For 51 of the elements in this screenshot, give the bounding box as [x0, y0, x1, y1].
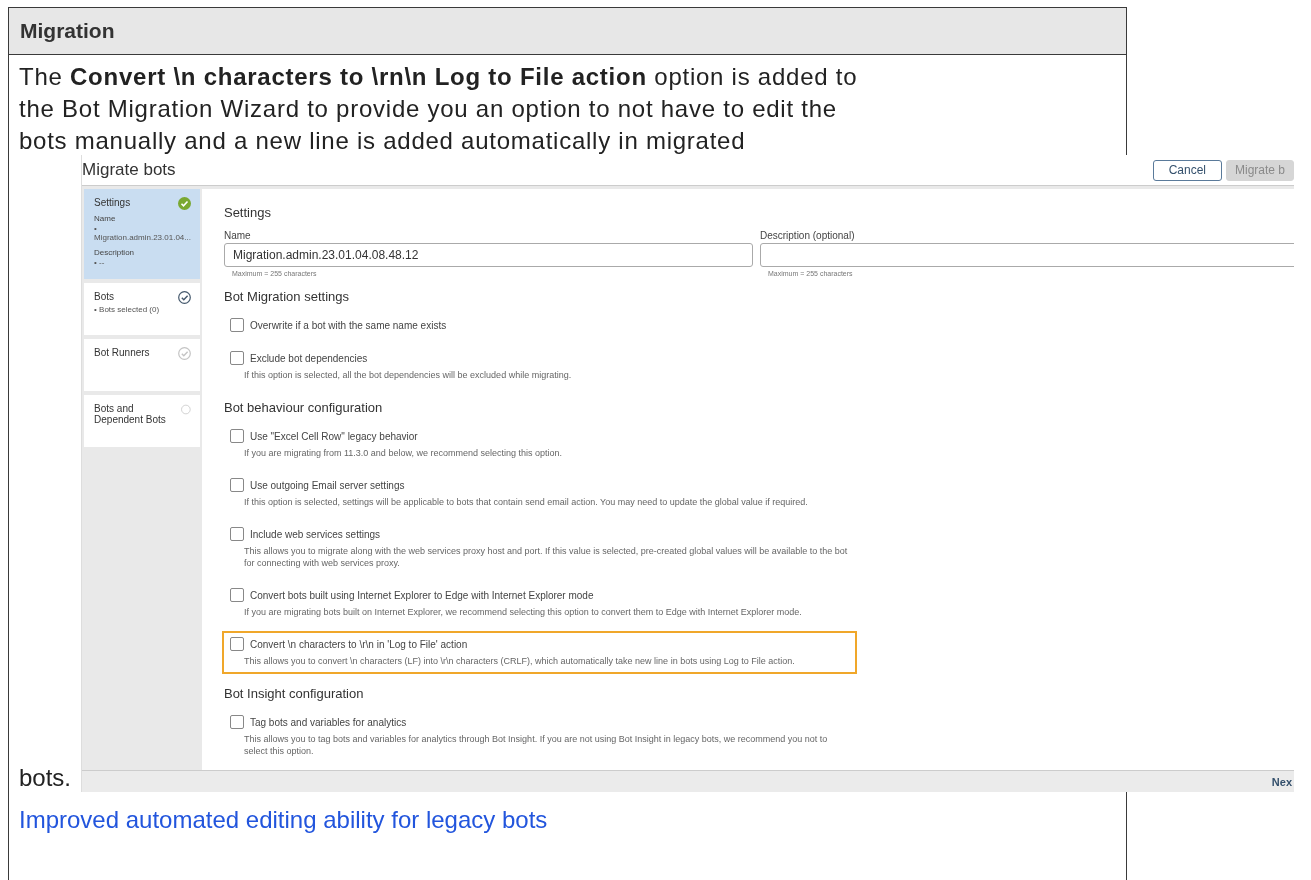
step-title: Bots and Dependent Bots [94, 403, 167, 426]
checkbox[interactable] [229, 715, 244, 730]
step-detail: • Migration.admin.23.01.04... [94, 224, 191, 243]
option-description: This allows you to convert \n characters (LF) into \r\n characters (CRLF), which automatically take new line in bots using Log to File action. [243, 655, 796, 668]
description-field[interactable] [759, 243, 1295, 268]
option-label: Use "Excel Cell Row" legacy behavior [249, 430, 418, 442]
wizard-step[interactable]: Bots • Bots selected (0) [84, 283, 200, 336]
step-title: Bot Runners [94, 347, 150, 359]
step-title: Bots [94, 291, 115, 303]
wizard-step[interactable]: Bots and Dependent Bots [84, 395, 200, 448]
section-heading: Bot Migration settings [223, 289, 350, 305]
option-label: Use outgoing Email server settings [249, 479, 405, 491]
wizard-step[interactable]: Settings Name • Migration.admin.23.01.04... Description • -- [84, 189, 200, 280]
option-description: This allows you to tag bots and variables for analytics through Bot Insight. If you are not using Bot Insight in legacy bots, we recommend you not to select this option. [243, 733, 829, 758]
checkbox[interactable] [229, 351, 244, 366]
checkbox[interactable] [229, 429, 244, 444]
option-label: Exclude bot dependencies [249, 352, 368, 364]
wizard-step[interactable]: Bot Runners [84, 339, 200, 392]
dialog-title: Migrate bots [82, 160, 176, 181]
option-description: This allows you to migrate along with the web services proxy host and port. If this value is selected, pre-created global values will be available to the bot for connecting with web services proxy. [243, 545, 849, 570]
description-text: The Convert \n characters to \rn\n Log to File action option is added to the Bot Migration Wizard to provide you an option to not have to edit the bots manually and a new line is added automatically in migrated [19, 63, 858, 154]
checkbox[interactable] [229, 318, 244, 333]
cancel-button[interactable]: Cancel [1152, 159, 1222, 181]
field-label: Name [223, 230, 252, 242]
option-description: If this option is selected, all the bot dependencies will be excluded while migrating. [243, 369, 573, 382]
checkbox[interactable] [229, 478, 244, 493]
checkbox[interactable] [229, 637, 244, 652]
step-title: Settings [94, 197, 131, 209]
checkbox[interactable] [229, 527, 244, 542]
option-label: Convert \n characters to \r\n in 'Log to File' action [249, 638, 468, 650]
field-label: Description (optional) [759, 230, 856, 242]
checkbox[interactable] [229, 588, 244, 603]
step-label: Description [94, 248, 136, 258]
option-label: Overwrite if a bot with the same name exists [249, 319, 447, 331]
option-label: Tag bots and variables for analytics [249, 716, 407, 728]
name-field[interactable]: Migration.admin.23.01.04.08.48.12 [223, 243, 753, 268]
step-label: Name [94, 214, 117, 224]
panel-heading: Settings [223, 205, 272, 221]
section-header: Migration [9, 8, 1126, 55]
section-heading: Bot Insight configuration [223, 686, 365, 702]
option-label: Include web services settings [249, 528, 381, 540]
option-description: If this option is selected, settings will be applicable to bots that contain send email action. You may need to update the global value if required. [243, 496, 809, 509]
step-detail: • Bots selected (0) [94, 305, 161, 315]
next-button[interactable]: Nex [1267, 775, 1295, 788]
description-text: bots. [19, 764, 72, 792]
option-description: If you are migrating bots built on Internet Explorer, we recommend selecting this option to convert them to Edge with Internet Explorer mode. [243, 606, 803, 619]
related-link[interactable]: Improved automated editing ability for legacy bots [19, 804, 548, 836]
step-detail: • -- [94, 258, 106, 268]
option-description: If you are migrating from 11.3.0 and below, we recommend selecting this option. [243, 447, 563, 460]
option-label: Convert bots built using Internet Explorer to Edge with Internet Explorer mode [249, 589, 594, 601]
section-heading: Bot behaviour configuration [223, 400, 384, 416]
